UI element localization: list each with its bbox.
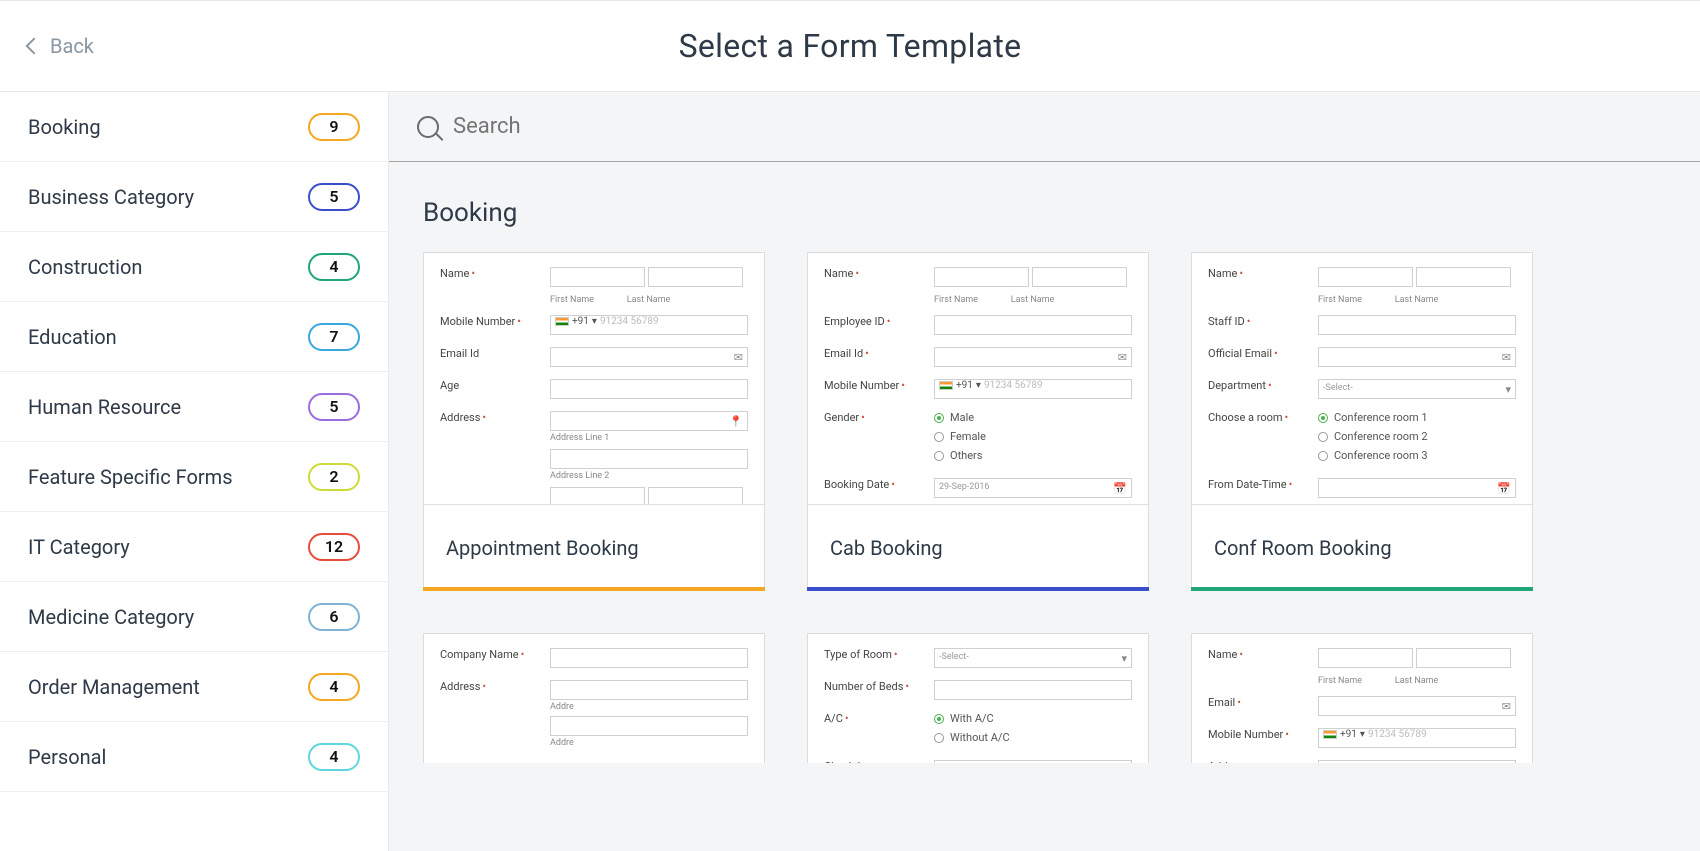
sidebar-item[interactable]: Feature Specific Forms 2	[0, 442, 388, 512]
card-preview: Name• First Name Last Name Staff ID• Off…	[1192, 253, 1532, 504]
calendar-icon: 📅	[1497, 482, 1511, 495]
sidebar-item[interactable]: Order Management 4	[0, 652, 388, 722]
template-card-confroom[interactable]: Name• First Name Last Name Staff ID• Off…	[1191, 252, 1533, 591]
sidebar-label: Business Category	[28, 185, 194, 209]
sidebar: Booking 9 Business Category 5 Construction 4 E…	[0, 92, 389, 851]
sidebar-label: Human Resource	[28, 395, 181, 419]
section-title: Booking	[389, 162, 1700, 252]
card-title: Cab Booking	[808, 504, 1148, 590]
count-badge: 5	[308, 393, 360, 421]
template-card-appointment[interactable]: Name• First Name Last Name Mobile Number…	[423, 252, 765, 591]
sidebar-item[interactable]: Personal 4	[0, 722, 388, 792]
sidebar-label: Order Management	[28, 675, 200, 699]
template-card-partial[interactable]: Company Name• Address•AddreAddre	[423, 633, 765, 763]
page-title: Select a Form Template	[679, 27, 1022, 65]
pin-icon: 📍	[729, 415, 743, 428]
count-badge: 12	[308, 533, 360, 561]
chevron-left-icon	[26, 38, 43, 55]
sidebar-label: Feature Specific Forms	[28, 465, 233, 489]
sidebar-label: Education	[28, 325, 117, 349]
header: Back Select a Form Template	[0, 1, 1700, 92]
sidebar-label: Booking	[28, 115, 101, 139]
count-badge: 4	[308, 253, 360, 281]
body: Booking 9 Business Category 5 Construction 4 E…	[0, 92, 1700, 851]
count-badge: 4	[308, 673, 360, 701]
chevron-down-icon: ▾	[1121, 652, 1127, 665]
sidebar-item[interactable]: IT Category 12	[0, 512, 388, 582]
count-badge: 5	[308, 183, 360, 211]
email-icon: ✉	[1502, 351, 1511, 364]
template-grid-2: Company Name• Address•AddreAddre Type of…	[389, 633, 1700, 763]
main: Booking Name• First Name Last Name Mobil…	[389, 92, 1700, 851]
count-badge: 4	[308, 743, 360, 771]
sidebar-item[interactable]: Education 7	[0, 302, 388, 372]
chevron-down-icon: ▾	[1505, 383, 1511, 396]
calendar-icon: 📅	[1113, 482, 1127, 495]
card-preview: Name• First Name Last Name Mobile Number…	[424, 253, 764, 504]
count-badge: 7	[308, 323, 360, 351]
email-icon: ✉	[1118, 351, 1127, 364]
card-preview: Name• First Name Last Name Employee ID• …	[808, 253, 1148, 504]
sidebar-item[interactable]: Construction 4	[0, 232, 388, 302]
sidebar-label: IT Category	[28, 535, 130, 559]
back-label: Back	[50, 34, 94, 58]
template-grid: Name• First Name Last Name Mobile Number…	[389, 252, 1700, 591]
sidebar-label: Construction	[28, 255, 142, 279]
template-card-partial[interactable]: Name• First Name Last Name Email•✉ Mobil…	[1191, 633, 1533, 763]
card-title: Conf Room Booking	[1192, 504, 1532, 590]
sidebar-item[interactable]: Booking 9	[0, 92, 388, 162]
sidebar-item[interactable]: Business Category 5	[0, 162, 388, 232]
count-badge: 6	[308, 603, 360, 631]
sidebar-item[interactable]: Medicine Category 6	[0, 582, 388, 652]
sidebar-label: Medicine Category	[28, 605, 194, 629]
count-badge: 2	[308, 463, 360, 491]
template-card-cab[interactable]: Name• First Name Last Name Employee ID• …	[807, 252, 1149, 591]
email-icon: ✉	[734, 351, 743, 364]
template-card-partial[interactable]: Type of Room•-Select-▾ Number of Beds• A…	[807, 633, 1149, 763]
back-button[interactable]: Back	[28, 34, 94, 58]
sidebar-item[interactable]: Human Resource 5	[0, 372, 388, 442]
sidebar-label: Personal	[28, 745, 106, 769]
search-icon	[417, 116, 439, 138]
search-row	[389, 92, 1700, 162]
card-title: Appointment Booking	[424, 504, 764, 590]
count-badge: 9	[308, 113, 360, 141]
search-input[interactable]	[453, 114, 853, 139]
email-icon: ✉	[1502, 700, 1511, 713]
